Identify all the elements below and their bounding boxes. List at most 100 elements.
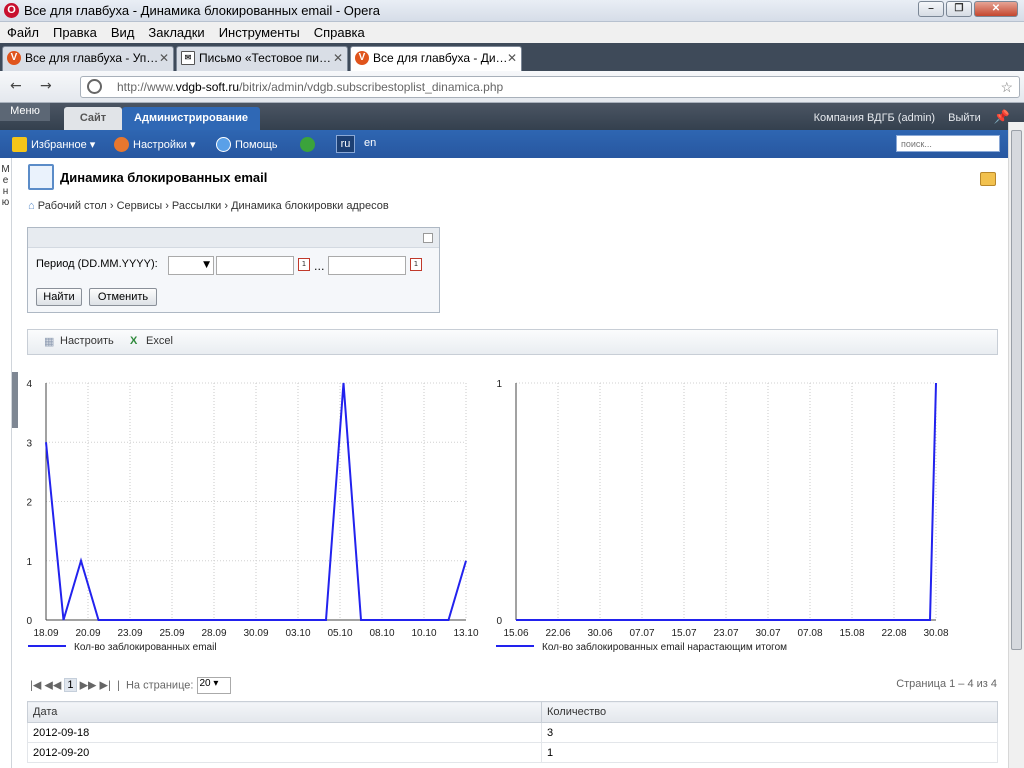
per-page-select[interactable]: 20 ▾ bbox=[196, 677, 231, 694]
address-toolbar: ← → http://www.vdgb-soft.ru/bitrix/admin… bbox=[0, 71, 1024, 103]
calendar-icon[interactable]: 1 bbox=[298, 258, 310, 271]
filter-toggle-checkbox[interactable] bbox=[423, 233, 433, 243]
mail-favicon-icon: ✉ bbox=[181, 51, 195, 65]
user-name-link[interactable]: Компания ВДГБ (admin) bbox=[814, 112, 935, 124]
globe-icon bbox=[87, 79, 102, 94]
x-tick-label: 30.09 bbox=[243, 628, 268, 639]
y-tick-label: 4 bbox=[26, 379, 32, 390]
y-tick-label: 1 bbox=[26, 557, 32, 568]
chart-cumulative: 15.06 22.06 30.06 07.07 15.07 23.07 30.07 07.08… bbox=[490, 373, 952, 643]
cell-date: 2012-09-18 bbox=[27, 722, 542, 743]
back-arrow-icon[interactable]: ← bbox=[10, 78, 22, 94]
window-title: Все для главбуха - Динамика блокированны… bbox=[24, 3, 380, 18]
admin-tab[interactable]: Администрирование bbox=[122, 107, 260, 130]
help-icon bbox=[216, 137, 231, 152]
menu-bookmarks[interactable]: Закладки bbox=[141, 22, 211, 43]
x-tick-label: 13.10 bbox=[453, 628, 478, 639]
maximize-button[interactable]: ❐ bbox=[946, 1, 972, 17]
breadcrumb-item[interactable]: Сервисы bbox=[117, 200, 163, 212]
lang-en-button[interactable]: en bbox=[364, 137, 376, 149]
favorites-label: Избранное bbox=[31, 139, 87, 151]
x-tick-label: 15.06 bbox=[503, 628, 528, 639]
window-titlebar: O Все для главбуха - Динамика блокирован… bbox=[0, 0, 1024, 22]
admin-search-input[interactable] bbox=[896, 135, 1000, 152]
site-tab[interactable]: Сайт bbox=[64, 107, 122, 130]
x-tick-label: 22.08 bbox=[881, 628, 906, 639]
date-to-input[interactable] bbox=[328, 256, 406, 275]
minimize-button[interactable]: – bbox=[918, 1, 944, 17]
cell-count: 1 bbox=[541, 742, 998, 763]
close-tab-icon[interactable]: ✕ bbox=[159, 47, 169, 70]
browser-tab-2[interactable]: ✉ Письмо «Тестовое пи… ✕ bbox=[176, 46, 348, 71]
tab-label: Письмо «Тестовое пи… bbox=[199, 51, 331, 65]
next-page-icon[interactable]: ▶▶ bbox=[80, 679, 97, 691]
column-header-date[interactable]: Дата bbox=[27, 701, 542, 723]
opera-logo-icon: O bbox=[4, 3, 19, 18]
menu-toggle-button[interactable]: Меню bbox=[0, 103, 50, 121]
cancel-button[interactable]: Отменить bbox=[89, 288, 157, 306]
breadcrumb-item[interactable]: Рассылки bbox=[172, 200, 221, 212]
help-link[interactable]: Помощь bbox=[216, 137, 278, 152]
exit-icon[interactable] bbox=[980, 172, 996, 186]
first-page-icon[interactable]: |◀ bbox=[30, 679, 41, 691]
x-tick-label: 30.08 bbox=[923, 628, 948, 639]
menu-bar: Файл Правка Вид Закладки Инструменты Справка bbox=[0, 22, 1024, 43]
period-label: Период (DD.MM.YYYY): bbox=[36, 258, 158, 270]
table-header-row: Дата Количество bbox=[27, 701, 998, 723]
favorites-menu[interactable]: Избранное ▾ bbox=[12, 137, 95, 152]
forward-arrow-icon[interactable]: → bbox=[40, 78, 52, 94]
calendar-icon[interactable]: 1 bbox=[410, 258, 422, 271]
prev-page-icon[interactable]: ◀◀ bbox=[44, 679, 61, 691]
x-tick-label: 22.06 bbox=[545, 628, 570, 639]
legend-line bbox=[28, 645, 66, 647]
close-window-button[interactable]: ✕ bbox=[974, 1, 1018, 17]
settings-menu[interactable]: Настройки ▾ bbox=[114, 137, 196, 152]
lang-ru-button[interactable]: ru bbox=[336, 135, 355, 153]
url-prefix: http://www. bbox=[117, 80, 176, 94]
help-label: Помощь bbox=[235, 139, 278, 151]
date-from-input[interactable] bbox=[216, 256, 294, 275]
find-button[interactable]: Найти bbox=[36, 288, 82, 306]
y-tick-label: 0 bbox=[26, 616, 32, 627]
configure-button[interactable]: Настроить bbox=[60, 335, 114, 347]
column-header-count[interactable]: Количество bbox=[541, 701, 998, 723]
admin-top-panel: Меню Сайт Администрирование Компания ВДГ… bbox=[0, 103, 1024, 130]
menu-help[interactable]: Справка bbox=[307, 22, 372, 43]
current-page[interactable]: 1 bbox=[64, 678, 77, 693]
page-info: Страница 1 – 4 из 4 bbox=[896, 678, 997, 690]
vertical-scrollbar[interactable] bbox=[1008, 122, 1024, 768]
breadcrumb: ⌂ Рабочий стол › Сервисы › Рассылки › Ди… bbox=[28, 200, 389, 212]
tab-label: Все для главбуха - Ди… bbox=[373, 51, 508, 65]
x-tick-label: 25.09 bbox=[159, 628, 184, 639]
scrollbar-thumb[interactable] bbox=[1011, 130, 1022, 650]
last-page-icon[interactable]: ▶| bbox=[100, 679, 111, 691]
table-row[interactable]: 2012-09-20 1 bbox=[27, 742, 998, 763]
tab-label: Все для главбуха - Уп… bbox=[25, 51, 159, 65]
side-menu-handle[interactable] bbox=[12, 372, 18, 428]
url-path: /bitrix/admin/vdgb.subscribestoplist_din… bbox=[239, 80, 504, 94]
menu-edit[interactable]: Правка bbox=[46, 22, 104, 43]
browser-tab-1[interactable]: V Все для главбуха - Уп… ✕ bbox=[2, 46, 174, 71]
period-type-select[interactable]: ▼ bbox=[168, 256, 214, 275]
x-tick-label: 23.07 bbox=[713, 628, 738, 639]
x-tick-label: 30.07 bbox=[755, 628, 780, 639]
close-tab-icon[interactable]: ✕ bbox=[507, 47, 517, 70]
side-menu-strip[interactable]: Меню bbox=[0, 158, 12, 768]
excel-button[interactable]: Excel bbox=[146, 335, 173, 347]
refresh-button[interactable] bbox=[300, 137, 319, 152]
y-tick-label: 0 bbox=[496, 616, 502, 627]
menu-tools[interactable]: Инструменты bbox=[212, 22, 307, 43]
logout-link[interactable]: Выйти bbox=[948, 112, 981, 124]
menu-view[interactable]: Вид bbox=[104, 22, 142, 43]
bookmark-star-icon[interactable]: ☆ bbox=[1000, 77, 1013, 97]
x-tick-label: 23.09 bbox=[117, 628, 142, 639]
url-field[interactable]: http://www.vdgb-soft.ru/bitrix/admin/vdg… bbox=[80, 76, 1020, 98]
browser-tab-3-active[interactable]: V Все для главбуха - Ди… ✕ bbox=[350, 46, 522, 71]
breadcrumb-item[interactable]: Рабочий стол bbox=[38, 200, 107, 212]
legend-label: Кол-во заблокированных email нарастающим… bbox=[542, 642, 788, 653]
x-tick-label: 15.07 bbox=[671, 628, 696, 639]
menu-file[interactable]: Файл bbox=[0, 22, 46, 43]
close-tab-icon[interactable]: ✕ bbox=[333, 47, 343, 70]
x-tick-label: 30.06 bbox=[587, 628, 612, 639]
table-row[interactable]: 2012-09-18 3 bbox=[27, 722, 998, 743]
